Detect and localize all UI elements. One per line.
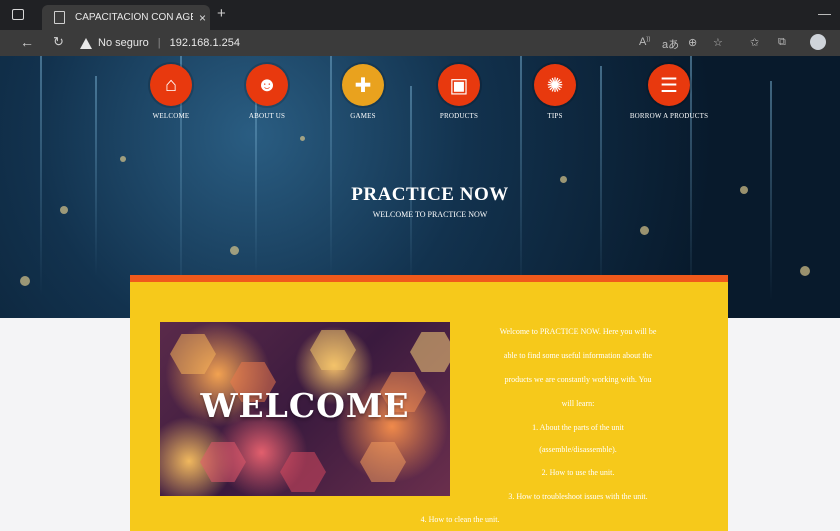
nav-label: TIPS — [547, 112, 563, 120]
tab-actions-icon[interactable] — [12, 9, 24, 20]
hero-title: PRACTICE NOW — [351, 184, 509, 205]
intro-line: 4. How to clean the unit. — [420, 515, 500, 524]
intro-line: (assemble/disassemble). — [539, 445, 617, 454]
nav-games[interactable]: ✚ GAMES — [308, 64, 418, 120]
minimize-button[interactable]: — — [818, 6, 831, 21]
welcome-panel: WELCOME Welcome to PRACTICE NOW. Here yo… — [130, 275, 728, 531]
browser-tab-bar: CAPACITACIÓN CON AGENTES D × + — — [0, 0, 840, 30]
people-icon: ☻ — [246, 64, 288, 106]
welcome-image-text: WELCOME — [200, 386, 410, 425]
nav-label: GAMES — [350, 112, 376, 120]
read-aloud-icon[interactable]: A)) — [639, 36, 650, 48]
nav-borrow-products[interactable]: ☰ BORROW A PRODUCTS — [596, 64, 742, 120]
url-separator: | — [157, 37, 161, 49]
hero-subtitle: WELCOME TO PRACTICE NOW — [372, 210, 488, 219]
favorites-icon[interactable]: ✩ — [750, 36, 759, 49]
profile-avatar[interactable] — [810, 34, 826, 50]
nav-welcome[interactable]: ⌂ WELCOME — [116, 64, 226, 120]
intro-line: 2. How to use the unit. — [541, 468, 615, 477]
url-field[interactable]: No seguro | 192.168.1.254 — [80, 34, 240, 52]
box-icon: ▣ — [438, 64, 480, 106]
nav-label: BORROW A PRODUCTS — [629, 112, 709, 120]
translate-icon[interactable]: aあ — [662, 36, 679, 52]
back-arrow-icon[interactable]: ← — [20, 34, 34, 50]
page-icon — [54, 11, 65, 24]
nav-label: WELCOME — [152, 112, 190, 120]
nav-products[interactable]: ▣ PRODUCTS — [404, 64, 514, 120]
intro-line: able to find some useful information abo… — [503, 351, 653, 360]
browser-tab[interactable]: CAPACITACIÓN CON AGENTES D × — [42, 5, 210, 30]
intro-line: will learn: — [561, 399, 595, 408]
nav-tips[interactable]: ✺ TIPS — [500, 64, 610, 120]
favorite-add-icon[interactable]: ☆ — [713, 36, 723, 49]
url-text: 192.168.1.254 — [169, 37, 240, 49]
nav-about-us[interactable]: ☻ ABOUT US — [212, 64, 322, 120]
tab-title: CAPACITACIÓN CON AGENTES D — [75, 12, 193, 23]
intro-line: products we are constantly working with.… — [504, 375, 652, 384]
intro-line: 3. How to troubleshoot issues with the u… — [508, 492, 648, 501]
intro-line: 1. About the parts of the unit — [532, 423, 624, 432]
nav-label: ABOUT US — [248, 112, 286, 120]
warning-icon — [80, 37, 92, 49]
collections-icon[interactable]: ⧉ — [778, 36, 786, 49]
lightbulb-icon: ✺ — [534, 64, 576, 106]
home-icon: ⌂ — [150, 64, 192, 106]
nav-label: PRODUCTS — [439, 112, 479, 120]
intro-line: Welcome to PRACTICE NOW. Here you will b… — [499, 327, 657, 336]
security-label: No seguro — [98, 37, 149, 49]
tab-close-icon[interactable]: × — [199, 11, 206, 25]
refresh-icon[interactable]: ↻ — [53, 34, 64, 50]
zoom-icon[interactable]: ⊕ — [688, 36, 697, 49]
puzzle-icon: ✚ — [342, 64, 384, 106]
welcome-image: WELCOME — [160, 322, 450, 496]
list-icon: ☰ — [648, 64, 690, 106]
new-tab-button[interactable]: + — [217, 5, 226, 22]
address-bar: ← ↻ No seguro | 192.168.1.254 A)) aあ ⊕ ☆… — [0, 30, 840, 56]
